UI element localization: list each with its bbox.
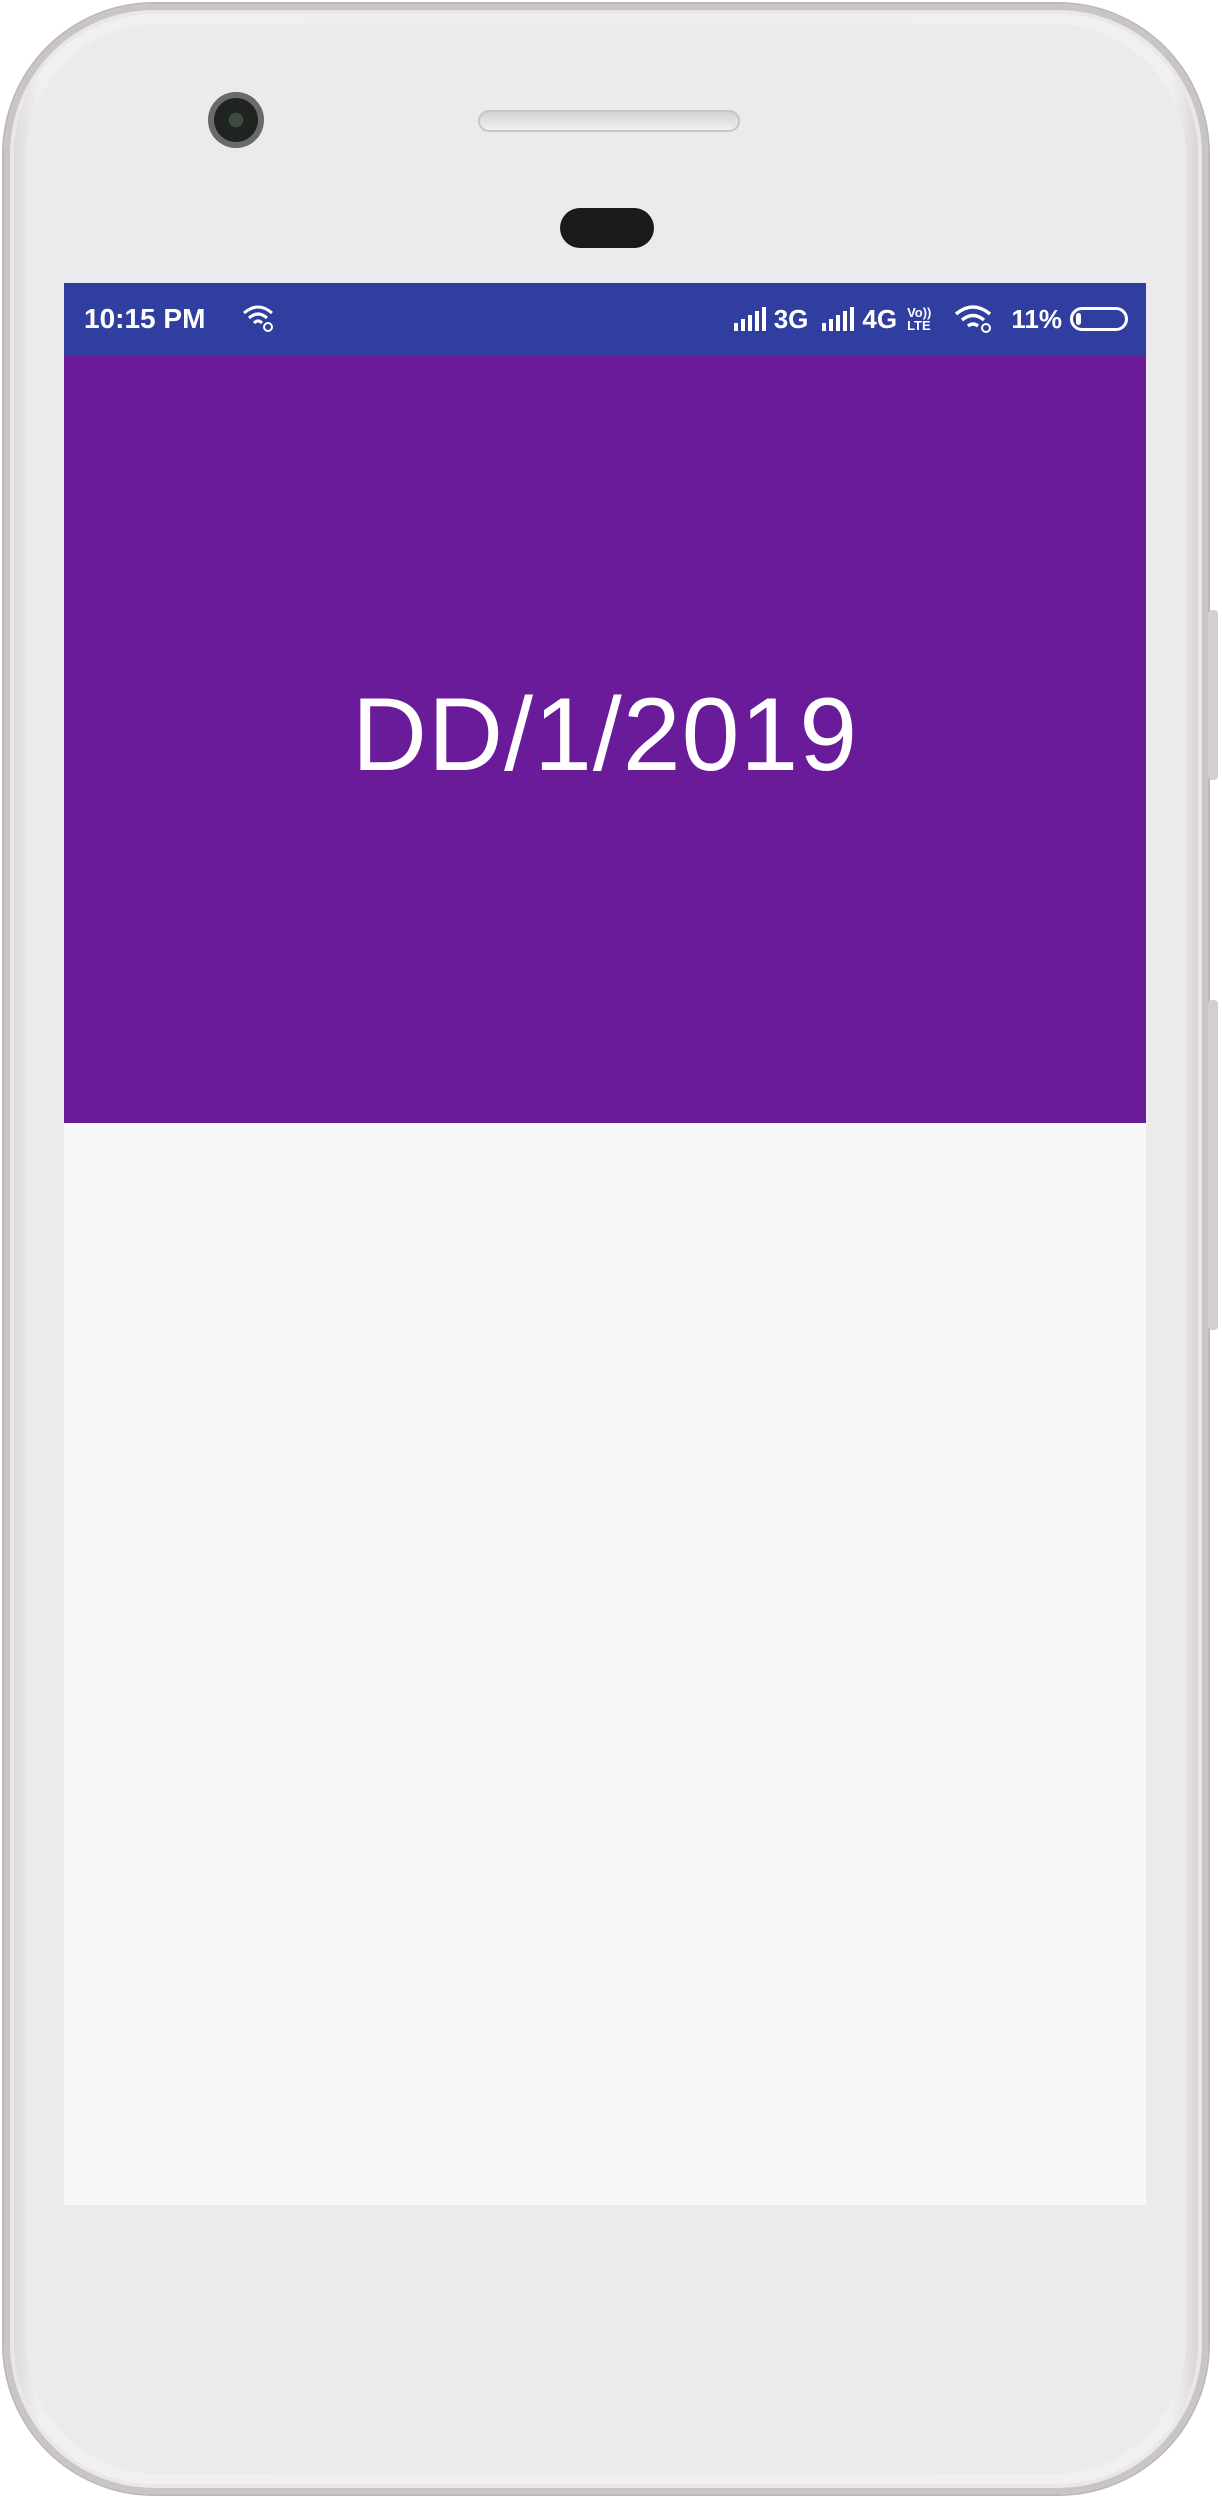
- content-area: [64, 1123, 1146, 2205]
- signal-bars-icon: [822, 307, 855, 331]
- front-camera: [208, 92, 264, 148]
- date-display: DD/1/2019: [351, 676, 859, 793]
- wifi-icon: [953, 304, 993, 334]
- network-type-2: 4G: [862, 303, 898, 334]
- battery-icon: [1070, 307, 1128, 331]
- volume-button: [1208, 1000, 1218, 1330]
- volte-bottom: LTE: [907, 318, 931, 333]
- proximity-sensor: [560, 208, 654, 248]
- wifi-hotspot-icon: [240, 303, 276, 340]
- signal-bars-icon: [733, 307, 766, 331]
- battery-percent: 11%: [1011, 303, 1062, 334]
- date-header-panel: DD/1/2019: [64, 355, 1146, 1123]
- volte-icon: Vo)) LTE: [907, 306, 931, 332]
- status-icons: 3G 4G Vo)) LTE 11%: [733, 297, 1128, 341]
- battery-fill: [1076, 313, 1081, 325]
- power-button: [1208, 610, 1218, 780]
- earpiece-speaker: [478, 110, 740, 132]
- status-bar: 10:15 PM 3G 4G Vo)) LTE 11%: [64, 283, 1146, 355]
- network-type-1: 3G: [773, 303, 809, 334]
- screen: 10:15 PM 3G 4G Vo)) LTE 11% DD/1/2019: [64, 283, 1146, 2205]
- status-time: 10:15 PM: [84, 303, 206, 334]
